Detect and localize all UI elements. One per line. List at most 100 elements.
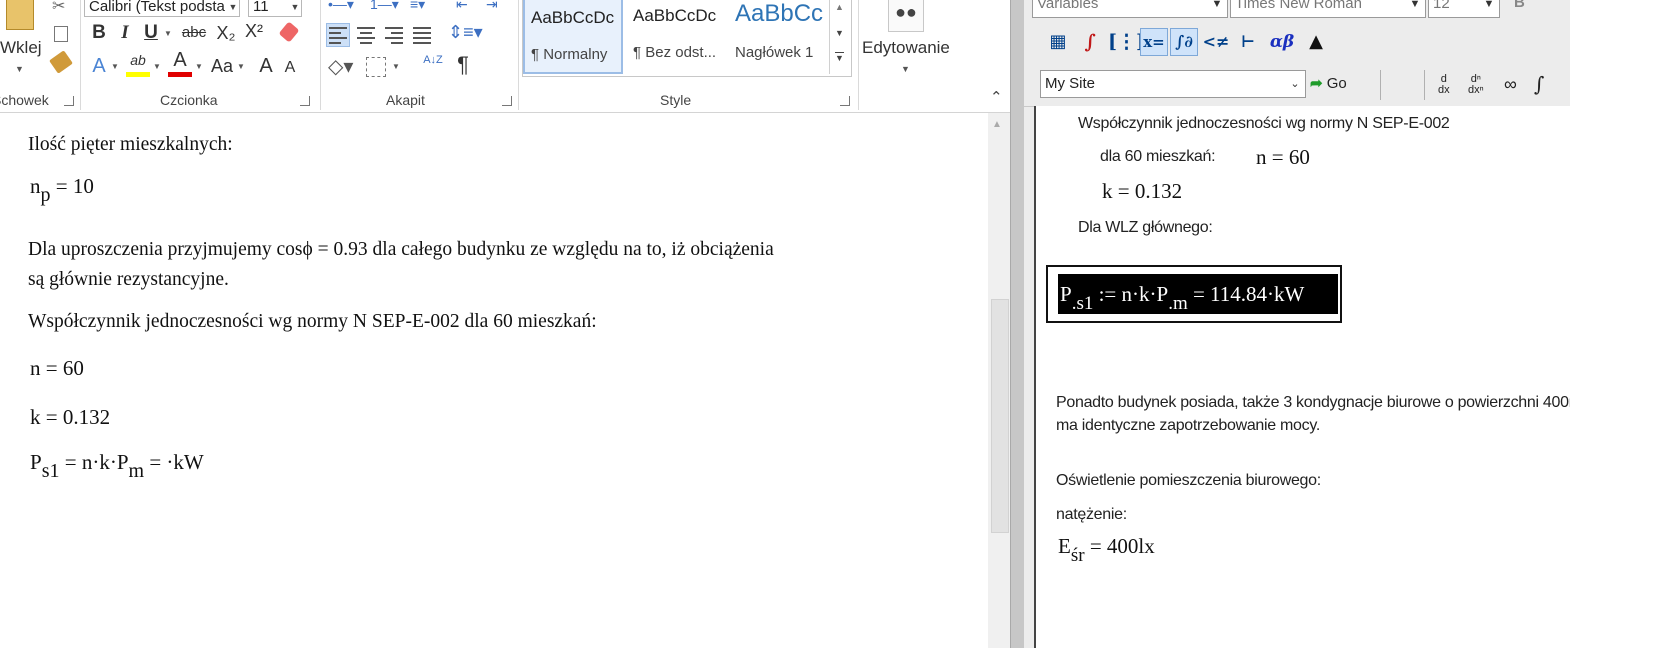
- align-left-icon[interactable]: [326, 23, 350, 47]
- bold-icon[interactable]: B: [1514, 0, 1525, 11]
- infinity-icon[interactable]: ∞: [1504, 74, 1517, 95]
- nth-derivative-icon[interactable]: dⁿ dxⁿ: [1468, 74, 1484, 96]
- font-launcher-icon[interactable]: [300, 96, 310, 106]
- size-combo[interactable]: 12 ▼: [1428, 0, 1500, 18]
- symbolic-icon[interactable]: ▲: [1302, 28, 1330, 56]
- bullets-icon[interactable]: •—▾: [328, 0, 354, 13]
- highlight-button[interactable]: ab: [126, 50, 150, 77]
- editing-button[interactable]: Edytowanie: [862, 38, 950, 58]
- format-painter-icon[interactable]: [49, 50, 73, 74]
- text-effects-button[interactable]: A: [88, 53, 110, 79]
- equation-ps1-selected[interactable]: P.s1 := n·k·P.m = 114.84·kW: [1058, 274, 1338, 314]
- multilevel-list-icon[interactable]: ≡▾: [410, 0, 425, 13]
- clipboard-launcher-icon[interactable]: [64, 96, 74, 106]
- style-combo[interactable]: Variables ▼: [1032, 0, 1228, 18]
- font-family-combo[interactable]: Calibri (Tekst podsta ▼: [84, 0, 240, 17]
- paragraph-launcher-icon[interactable]: [502, 96, 512, 106]
- font-size-combo[interactable]: 11 ▼: [248, 0, 302, 17]
- style-normal[interactable]: AaBbCcDc ¶ Normalny: [523, 0, 623, 74]
- font-color-button[interactable]: A: [168, 50, 192, 77]
- shading-icon[interactable]: ◇▾: [328, 54, 353, 79]
- chevron-down-icon[interactable]: ▼: [901, 64, 910, 74]
- align-center-icon[interactable]: [355, 24, 377, 46]
- chevron-down-icon[interactable]: ▼: [227, 0, 239, 16]
- toolbar-separator: [1380, 70, 1381, 100]
- font-combo[interactable]: Times New Roman ▼: [1230, 0, 1426, 18]
- matrix-icon[interactable]: [⋮]: [1108, 28, 1145, 56]
- line-spacing-icon[interactable]: ⇕≡▾: [448, 22, 483, 43]
- group-divider: [518, 0, 519, 110]
- cos-paragraph-line-1: Dla uproszczenia przyjmujemy cosϕ = 0.93…: [28, 239, 774, 260]
- ps1-symbol: P: [1060, 282, 1072, 306]
- chevron-down-icon[interactable]: ▼: [163, 21, 173, 47]
- chevron-down-icon[interactable]: ▼: [152, 54, 162, 80]
- chevron-down-icon[interactable]: ▼: [236, 54, 246, 80]
- sort-button[interactable]: A↓Z: [420, 54, 446, 80]
- chevron-down-icon[interactable]: ⌄: [1287, 71, 1303, 97]
- chevron-down-icon[interactable]: ▼: [15, 64, 24, 74]
- document-scrollbar[interactable]: ▲: [988, 113, 1010, 648]
- graph-icon[interactable]: ∫: [1076, 28, 1104, 56]
- go-button[interactable]: ➦ Go: [1310, 70, 1347, 98]
- programming-icon[interactable]: ⊢: [1234, 28, 1262, 56]
- boolean-icon[interactable]: <≠: [1202, 28, 1230, 56]
- chevron-down-icon[interactable]: ▼: [392, 62, 400, 71]
- greek-icon[interactable]: αβ: [1268, 28, 1296, 56]
- copy-icon[interactable]: [54, 26, 68, 42]
- calculus-icon[interactable]: ∫∂: [1170, 28, 1198, 56]
- cut-icon[interactable]: ✂: [52, 0, 65, 16]
- equation-k: k = 0.132: [30, 405, 111, 429]
- scrollbar-thumb[interactable]: [991, 299, 1009, 533]
- strikethrough-button[interactable]: abc: [178, 20, 210, 46]
- binoculars-icon[interactable]: ●●: [888, 0, 924, 32]
- increase-indent-icon[interactable]: ⇥: [486, 0, 498, 13]
- decrease-indent-icon[interactable]: ⇤: [456, 0, 468, 13]
- integral-icon[interactable]: ∫: [1534, 72, 1544, 96]
- style-sample-text: AaBbCcDc: [531, 8, 615, 27]
- font-size-value: 11: [253, 0, 269, 15]
- chevron-up-icon[interactable]: ▲: [992, 119, 1002, 130]
- grow-font-button[interactable]: A: [256, 53, 276, 79]
- collapse-ribbon-icon[interactable]: ⌃: [990, 88, 1003, 106]
- word-document-page[interactable]: Ilość pięter mieszkalnych: np = 10 Dla u…: [0, 113, 988, 648]
- paste-button[interactable]: Wklej: [0, 38, 42, 58]
- equation-n: n = 60: [30, 356, 84, 380]
- superscript-button[interactable]: X²: [242, 18, 266, 44]
- underline-button[interactable]: U: [140, 20, 162, 46]
- show-formatting-button[interactable]: ¶: [452, 52, 474, 78]
- align-right-icon[interactable]: [383, 24, 405, 46]
- borders-icon[interactable]: [366, 57, 386, 77]
- shrink-font-button[interactable]: A: [280, 55, 300, 81]
- site-combo[interactable]: My Site ⌄: [1040, 70, 1306, 98]
- calculator-icon[interactable]: ▦: [1044, 28, 1072, 56]
- styles-launcher-icon[interactable]: [840, 96, 850, 106]
- style-no-spacing[interactable]: AaBbCcDc ¶ Bez odst...: [625, 0, 725, 74]
- np-value: = 10: [50, 174, 94, 198]
- chevron-down-icon[interactable]: ▼: [1209, 0, 1225, 17]
- mathcad-worksheet[interactable]: Współczynnik jednoczesności wg normy N S…: [1034, 106, 1570, 648]
- italic-button[interactable]: I: [114, 20, 136, 46]
- styles-scroll[interactable]: ▲ ▼ ▼: [829, 0, 850, 74]
- chevron-down-icon[interactable]: ▼: [835, 28, 844, 38]
- change-case-button[interactable]: Aa: [208, 53, 236, 79]
- ps1-equation-region[interactable]: P.s1 := n·k·P.m = 114.84·kW: [1046, 265, 1342, 323]
- clear-formatting-icon[interactable]: [278, 21, 300, 43]
- subscript-button[interactable]: X₂: [214, 20, 238, 46]
- bold-button[interactable]: B: [88, 20, 110, 46]
- ps1-formula: = n·k·P: [59, 450, 129, 474]
- numbering-icon[interactable]: 1—▾: [370, 0, 399, 13]
- more-styles-icon[interactable]: ▼: [835, 52, 844, 63]
- chevron-down-icon[interactable]: ▼: [289, 0, 301, 16]
- derivative-icon[interactable]: d dx: [1438, 74, 1450, 96]
- paste-icon[interactable]: [6, 0, 34, 30]
- go-label: Go: [1326, 75, 1347, 92]
- chevron-down-icon[interactable]: ▼: [110, 54, 120, 80]
- chevron-up-icon[interactable]: ▲: [835, 2, 844, 12]
- chevron-down-icon[interactable]: ▼: [1481, 0, 1497, 17]
- evaluation-icon[interactable]: x=: [1140, 28, 1168, 56]
- justify-icon[interactable]: [411, 24, 433, 46]
- chevron-down-icon[interactable]: ▼: [1407, 0, 1423, 17]
- mathcad-window: Variables ▼ Times New Roman ▼ 12 ▼ B ▦ ∫…: [1024, 0, 1570, 648]
- style-heading-1[interactable]: AaBbCc Nagłówek 1: [727, 0, 825, 74]
- chevron-down-icon[interactable]: ▼: [194, 54, 204, 80]
